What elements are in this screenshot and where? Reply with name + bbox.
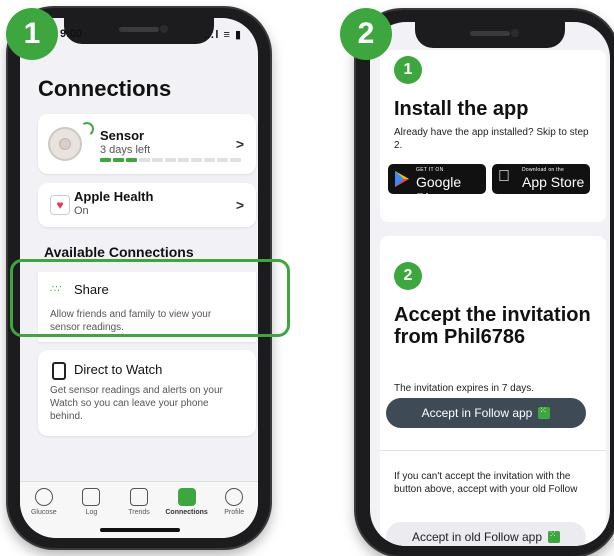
step-number-1: 1 xyxy=(394,56,422,84)
install-title: Install the app xyxy=(394,98,529,120)
profile-icon xyxy=(225,488,244,506)
sensor-subtitle: 3 days left xyxy=(100,144,151,156)
watch-title: Direct to Watch xyxy=(74,362,163,377)
progress-segment xyxy=(126,158,137,162)
sensor-progress xyxy=(100,158,241,162)
fallback-text: If you can't accept the invitation with … xyxy=(394,471,578,495)
share-highlight xyxy=(10,259,290,337)
google-play-button[interactable]: GET IT ON Google Play xyxy=(388,164,486,206)
tab-label: Glucose xyxy=(30,509,57,516)
app-store-label: App Store xyxy=(522,174,585,190)
progress-segment xyxy=(165,158,176,162)
expires-text: The invitation expires in 7 days. xyxy=(394,383,535,394)
tab-label: Profile xyxy=(224,509,245,516)
accept-follow-app-button[interactable]: Accept in Follow app xyxy=(386,398,586,428)
accept-follow-app-label: Accept in Follow app xyxy=(421,406,533,420)
progress-segment xyxy=(204,158,215,162)
phone-right: 1 Install the app Already have the app i… xyxy=(356,10,614,556)
available-connections-heading: Available Connections xyxy=(44,244,194,260)
progress-segment xyxy=(230,158,241,162)
progress-segment xyxy=(178,158,189,162)
apple-health-title: Apple Health xyxy=(74,189,154,204)
watch-card[interactable]: Direct to Watch Get sensor readings and … xyxy=(38,350,256,436)
google-play-icon xyxy=(395,171,409,187)
accept-title: Accept the invitation from Phil6786 xyxy=(394,304,591,348)
connections-icon xyxy=(177,488,196,506)
tab-label: Trends xyxy=(128,509,150,516)
watch-desc: Get sensor readings and alerts on your W… xyxy=(50,385,223,422)
tab-label: Connections xyxy=(165,509,208,516)
tab-glucose[interactable]: Glucose xyxy=(21,486,67,538)
invitation-screen: 1 Install the app Already have the app i… xyxy=(370,22,610,546)
app-store-small: Download on the xyxy=(522,167,565,173)
notch xyxy=(415,22,565,48)
follow-app-icon xyxy=(548,529,561,543)
divider xyxy=(380,450,606,451)
trends-icon xyxy=(129,488,148,506)
apple-health-card[interactable]: ♥ Apple Health On > xyxy=(38,183,256,227)
progress-segment xyxy=(100,158,111,162)
page-title: Connections xyxy=(38,76,172,101)
home-indicator xyxy=(100,528,180,532)
step-number-2: 2 xyxy=(394,262,422,290)
google-play-small: GET IT ON xyxy=(416,167,444,173)
accept-old-follow-app-button[interactable]: Accept in old Follow app xyxy=(386,522,586,546)
accept-old-follow-app-label: Accept in old Follow app xyxy=(411,530,543,544)
sensor-icon xyxy=(48,127,82,161)
progress-segment xyxy=(217,158,228,162)
log-icon xyxy=(82,488,101,506)
progress-segment xyxy=(152,158,163,162)
install-desc: Already have the app installed? Skip to … xyxy=(394,127,589,151)
notch xyxy=(64,18,214,44)
app-store-button[interactable]:  Download on the App Store xyxy=(492,164,590,194)
signal-icon xyxy=(78,120,96,138)
follow-app-icon xyxy=(538,405,551,419)
install-section: 1 Install the app Already have the app i… xyxy=(380,50,606,222)
sensor-title: Sensor xyxy=(100,128,145,143)
step-badge-1: 1 xyxy=(6,8,58,60)
status-icons: …l ≡ ▮ xyxy=(203,29,242,41)
sensor-card[interactable]: Sensor 3 days left > xyxy=(38,114,256,174)
apple-icon:  xyxy=(498,168,514,186)
glucose-icon xyxy=(34,488,53,506)
status-time: 9:00 xyxy=(60,28,83,40)
progress-segment xyxy=(139,158,150,162)
tab-profile[interactable]: Profile xyxy=(211,486,257,538)
watch-icon xyxy=(52,362,66,380)
chevron-right-icon: > xyxy=(235,197,244,213)
apple-health-subtitle: On xyxy=(74,205,89,217)
progress-segment xyxy=(113,158,124,162)
chevron-right-icon: > xyxy=(235,136,244,152)
tab-label: Log xyxy=(85,509,98,516)
progress-segment xyxy=(191,158,202,162)
accept-section: 2 Accept the invitation from Phil6786 Th… xyxy=(380,236,606,546)
step-badge-2: 2 xyxy=(340,8,392,60)
google-play-label: Google Play xyxy=(416,174,462,206)
heart-icon: ♥ xyxy=(50,195,70,215)
